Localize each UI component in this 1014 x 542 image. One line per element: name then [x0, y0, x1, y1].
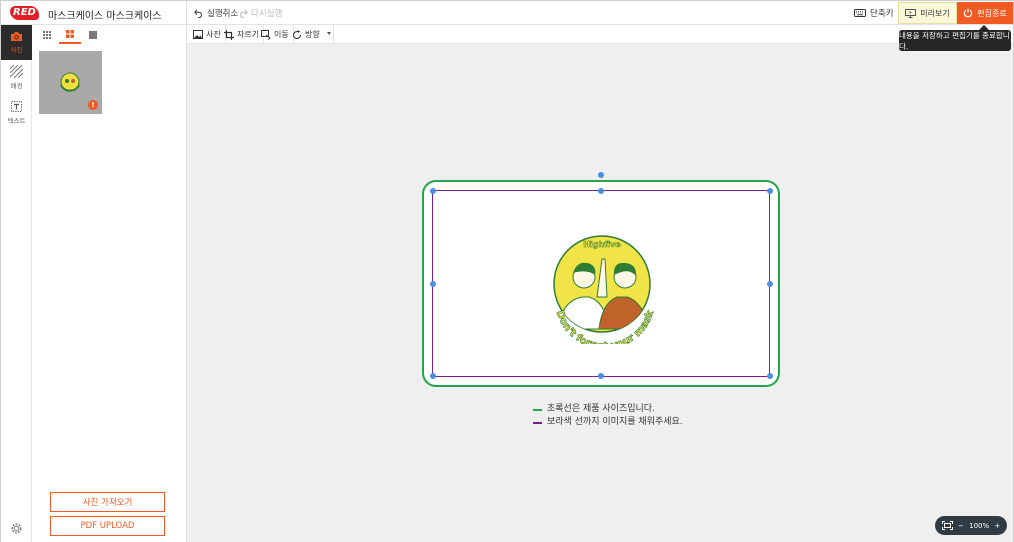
- rail-label-photo: 사진: [10, 46, 23, 54]
- grid-medium-icon: [66, 29, 74, 38]
- end-edit-label: 편집종료: [977, 8, 1007, 18]
- shortcut-button[interactable]: 단축키: [854, 7, 893, 19]
- edit-toolbar: 사진 자르기 이동 방향: [187, 25, 1013, 44]
- redo-label: 다시실행: [251, 9, 283, 19]
- preview-button[interactable]: 미리보기: [898, 2, 957, 24]
- end-edit-tooltip: 내용을 저장하고 편집기를 종료합니다.: [899, 25, 1011, 51]
- resize-handle-bottom[interactable]: [598, 373, 604, 379]
- resize-handle-left[interactable]: [430, 281, 436, 287]
- zoom-control: − 100% +: [935, 516, 1007, 535]
- text-frame-icon: [11, 101, 22, 112]
- end-edit-button[interactable]: 편집종료: [957, 2, 1013, 24]
- monitor-icon: [905, 8, 917, 18]
- warning-badge: !: [88, 100, 98, 110]
- single-view-icon: [89, 30, 97, 39]
- rotate-handle[interactable]: [598, 172, 604, 178]
- power-icon: [964, 8, 973, 18]
- left-rail: 사진 배경 텍스트: [1, 25, 32, 542]
- grid-small-icon: [43, 30, 51, 39]
- rail-item-text[interactable]: 텍스트: [1, 95, 32, 130]
- undo-label: 실행취소: [207, 9, 239, 19]
- resize-handle-bottom-left[interactable]: [430, 373, 436, 379]
- toolbar-direction-label: 방향: [305, 30, 320, 39]
- brand-logo[interactable]: RED: [10, 6, 39, 20]
- background-pattern-icon: [10, 65, 23, 78]
- toolbar-divider: [333, 25, 334, 44]
- resize-handle-bottom-right[interactable]: [767, 373, 773, 379]
- legend-row-purple: 보라색 선까지 이미지를 채워주세요.: [533, 416, 683, 429]
- undo-button[interactable]: 실행취소: [194, 7, 238, 19]
- legend-green-text: 초록선은 제품 사이즈입니다.: [547, 404, 655, 414]
- undo-icon: [194, 9, 202, 18]
- view-grid-medium[interactable]: [59, 25, 81, 44]
- rotate-icon: [292, 29, 302, 39]
- rail-item-photo[interactable]: 사진: [1, 25, 32, 60]
- preview-label: 미리보기: [920, 8, 950, 18]
- direction-dropdown-icon[interactable]: [327, 32, 331, 35]
- gear-icon: [11, 523, 22, 534]
- design-image[interactable]: Highfive Don't forget your mask: [547, 229, 662, 344]
- view-single[interactable]: [82, 25, 104, 44]
- project-title: 마스크케이스 마스크케이스: [48, 11, 162, 22]
- top-header: RED 마스크케이스 마스크케이스 실행취소 다시실행 단축키 미리보기 편집종…: [1, 1, 1013, 25]
- toolbar-move-label: 이동: [274, 30, 289, 39]
- legend-purple-text: 보라색 선까지 이미지를 채워주세요.: [547, 417, 683, 427]
- photo-panel: ! 사진 가져오기 PDF UPLOAD: [32, 25, 187, 542]
- crop-icon: [224, 29, 234, 40]
- resize-handle-top[interactable]: [598, 188, 604, 194]
- toolbar-direction-button[interactable]: 방향: [288, 25, 324, 44]
- resize-handle-top-right[interactable]: [767, 188, 773, 194]
- legend-green-swatch: [533, 408, 542, 411]
- redo-icon: [240, 9, 248, 18]
- photo-thumbnail[interactable]: !: [39, 51, 102, 114]
- redo-button[interactable]: 다시실행: [238, 7, 282, 19]
- resize-handle-right[interactable]: [767, 281, 773, 287]
- toolbar-photo-label: 사진: [206, 30, 221, 39]
- shortcut-label: 단축키: [870, 9, 894, 19]
- rail-label-text: 텍스트: [7, 117, 26, 125]
- move-image-icon: [261, 29, 271, 40]
- rail-label-background: 배경: [10, 82, 23, 90]
- pdf-upload-button[interactable]: PDF UPLOAD: [50, 516, 165, 536]
- legend-purple-swatch: [533, 421, 542, 424]
- toolbar-crop-label: 자르기: [237, 30, 260, 39]
- camera-icon: [11, 32, 22, 41]
- view-grid-small[interactable]: [36, 25, 58, 44]
- resize-handle-top-left[interactable]: [430, 188, 436, 194]
- zoom-out-button[interactable]: −: [958, 522, 964, 530]
- import-photo-button[interactable]: 사진 가져오기: [50, 492, 165, 512]
- keyboard-icon: [854, 9, 866, 17]
- image-icon: [193, 30, 203, 39]
- header-divider: [186, 1, 187, 25]
- zoom-in-button[interactable]: +: [994, 522, 1000, 530]
- legend-row-green: 초록선은 제품 사이즈입니다.: [533, 403, 683, 416]
- design-top-text: Highfive: [583, 240, 621, 249]
- fit-screen-icon[interactable]: [941, 521, 953, 530]
- rail-item-background[interactable]: 배경: [1, 60, 32, 95]
- canvas-legend: 초록선은 제품 사이즈입니다. 보라색 선까지 이미지를 채워주세요.: [533, 403, 683, 429]
- settings-button[interactable]: [10, 522, 23, 538]
- editor-canvas[interactable]: Highfive Don't forget your mask 초록선은 제품 …: [187, 44, 1013, 542]
- zoom-level: 100%: [969, 521, 990, 530]
